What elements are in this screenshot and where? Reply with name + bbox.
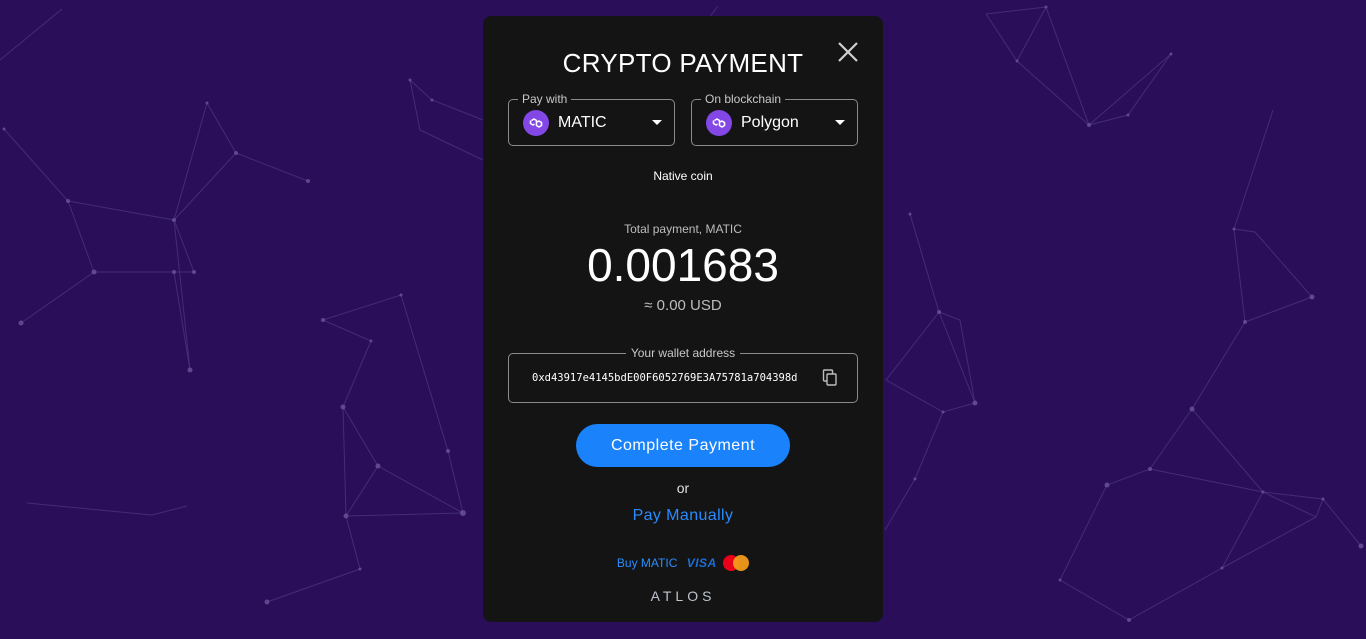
payment-modal: CRYPTO PAYMENT Pay with MATIC On blockch… — [483, 16, 883, 622]
usd-equivalent: ≈ 0.00 USD — [644, 297, 722, 314]
pay-manually-link[interactable]: Pay Manually — [483, 507, 883, 525]
wallet-address-label: Your wallet address — [625, 346, 741, 360]
visa-logo-icon: VISA — [686, 556, 717, 570]
copy-button[interactable] — [822, 369, 838, 387]
wallet-address-value[interactable]: 0xd43917e4145bdE00F6052769E3A75781a70439… — [532, 371, 798, 385]
copy-icon — [822, 369, 837, 386]
pay-with-value: MATIC — [558, 114, 607, 131]
blockchain-select[interactable]: On blockchain Polygon — [691, 92, 858, 146]
chevron-down-icon — [835, 120, 845, 125]
close-button[interactable] — [833, 39, 863, 65]
close-icon — [838, 42, 858, 62]
buy-matic-link[interactable]: Buy MATIC — [617, 556, 677, 570]
pay-with-select[interactable]: Pay with MATIC — [508, 92, 675, 146]
complete-payment-button[interactable]: Complete Payment — [576, 424, 790, 467]
total-payment-amount: 0.001683 — [587, 239, 779, 291]
blockchain-value: Polygon — [741, 114, 799, 131]
coin-type-label: Native coin — [653, 169, 713, 183]
modal-title: CRYPTO PAYMENT — [562, 48, 804, 78]
mastercard-logo-icon — [723, 555, 750, 571]
chevron-down-icon — [652, 120, 662, 125]
buy-crypto-row: Buy MATIC VISA — [483, 555, 883, 571]
blockchain-label: On blockchain — [701, 92, 786, 106]
total-payment-label: Total payment, MATIC — [624, 222, 742, 236]
polygon-coin-icon — [706, 110, 732, 136]
wallet-address-field: Your wallet address 0xd43917e4145bdE00F6… — [508, 346, 858, 403]
atlos-brand-logo: ATLOS — [650, 588, 716, 604]
polygon-coin-icon — [523, 110, 549, 136]
or-separator: or — [676, 480, 690, 496]
pay-with-label: Pay with — [518, 92, 572, 106]
